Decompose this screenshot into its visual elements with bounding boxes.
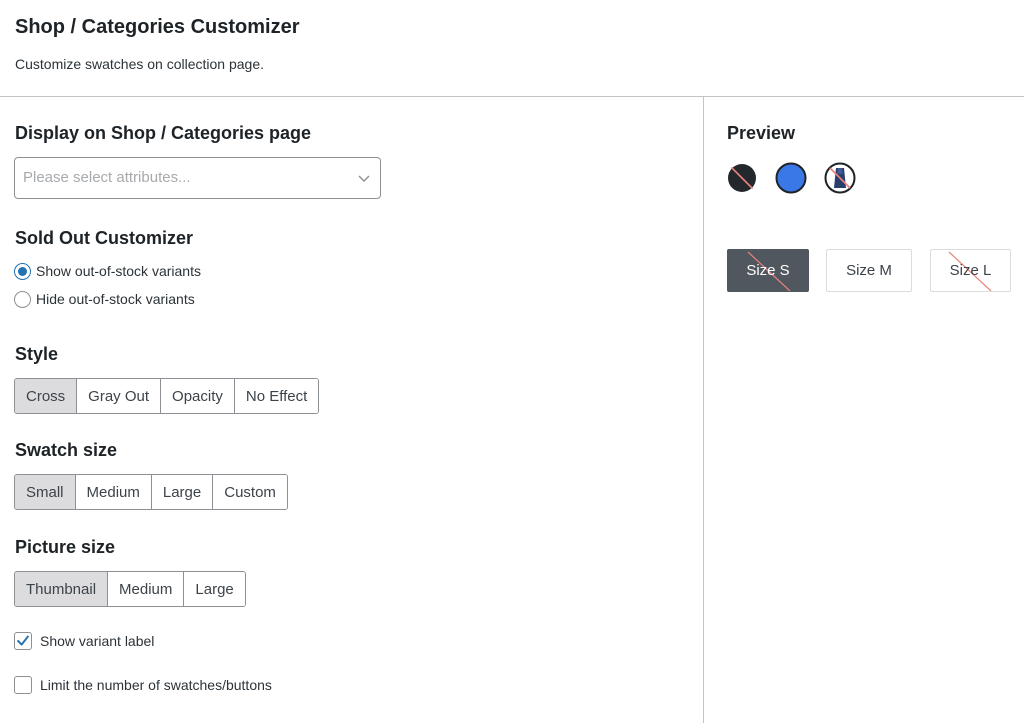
preview-size-s[interactable]: Size S bbox=[727, 249, 809, 292]
preview-title: Preview bbox=[727, 123, 796, 143]
style-option-opacity[interactable]: Opacity bbox=[160, 379, 234, 413]
preview-swatch-dark[interactable] bbox=[727, 163, 757, 193]
swatch-size-option-large[interactable]: Large bbox=[150, 475, 213, 509]
preview-swatch-picture[interactable] bbox=[824, 162, 856, 194]
swatch-dark-graphic bbox=[728, 164, 756, 192]
settings-panel: Display on Shop / Categories page Please… bbox=[0, 97, 703, 723]
chevron-down-icon bbox=[358, 175, 370, 182]
size-label: Size L bbox=[949, 262, 992, 279]
radio-label: Hide out-of-stock variants bbox=[36, 291, 195, 307]
style-button-group: Cross Gray Out Opacity No Effect bbox=[14, 378, 320, 414]
checkbox[interactable] bbox=[14, 632, 32, 650]
style-option-gray-out[interactable]: Gray Out bbox=[76, 379, 161, 413]
swatch-size-option-small[interactable]: Small bbox=[15, 475, 75, 509]
attributes-select-placeholder: Please select attributes... bbox=[23, 169, 191, 186]
preview-size-m[interactable]: Size M bbox=[826, 249, 912, 292]
style-option-cross[interactable]: Cross bbox=[15, 379, 77, 413]
picture-size-option-medium[interactable]: Medium bbox=[107, 572, 184, 606]
display-section-title: Display on Shop / Categories page bbox=[15, 123, 312, 143]
checkbox-show-variant-label[interactable]: Show variant label bbox=[14, 631, 154, 651]
style-option-no-effect[interactable]: No Effect bbox=[233, 379, 319, 413]
preview-panel: Preview Size S Size M Size L bbox=[703, 97, 1024, 723]
swatch-blue-graphic bbox=[775, 162, 807, 194]
swatch-size-option-medium[interactable]: Medium bbox=[74, 475, 151, 509]
page-subtitle: Customize swatches on collection page. bbox=[15, 56, 265, 72]
swatch-picture-graphic bbox=[824, 162, 856, 194]
preview-size-l[interactable]: Size L bbox=[930, 249, 1011, 292]
radio-hide-out-of-stock[interactable]: Hide out-of-stock variants bbox=[14, 289, 195, 309]
picture-size-option-large[interactable]: Large bbox=[183, 572, 245, 606]
swatch-size-option-custom[interactable]: Custom bbox=[212, 475, 287, 509]
style-section-title: Style bbox=[15, 344, 59, 364]
picture-size-section-title: Picture size bbox=[15, 537, 116, 557]
sold-out-section-title: Sold Out Customizer bbox=[15, 228, 194, 248]
page-title: Shop / Categories Customizer bbox=[15, 16, 300, 38]
attributes-select[interactable]: Please select attributes... bbox=[14, 157, 381, 199]
checkbox-label: Show variant label bbox=[40, 633, 155, 649]
picture-size-button-group: Thumbnail Medium Large bbox=[14, 571, 246, 607]
radio-button[interactable] bbox=[14, 290, 31, 308]
page-header: Shop / Categories Customizer Customize s… bbox=[0, 0, 1024, 97]
checkmark-icon bbox=[17, 635, 29, 646]
checkbox[interactable] bbox=[14, 676, 32, 694]
radio-show-out-of-stock[interactable]: Show out-of-stock variants bbox=[14, 261, 201, 281]
size-label: Size S bbox=[746, 262, 790, 279]
size-label: Size M bbox=[846, 262, 892, 279]
swatch-size-button-group: Small Medium Large Custom bbox=[14, 474, 288, 510]
swatch-size-section-title: Swatch size bbox=[15, 440, 118, 460]
radio-button[interactable] bbox=[14, 262, 31, 280]
radio-label: Show out-of-stock variants bbox=[36, 263, 201, 279]
preview-swatch-blue[interactable] bbox=[775, 162, 807, 194]
checkbox-limit-swatches[interactable]: Limit the number of swatches/buttons bbox=[14, 675, 272, 695]
checkbox-label: Limit the number of swatches/buttons bbox=[40, 677, 272, 693]
picture-size-option-thumbnail[interactable]: Thumbnail bbox=[15, 572, 108, 606]
